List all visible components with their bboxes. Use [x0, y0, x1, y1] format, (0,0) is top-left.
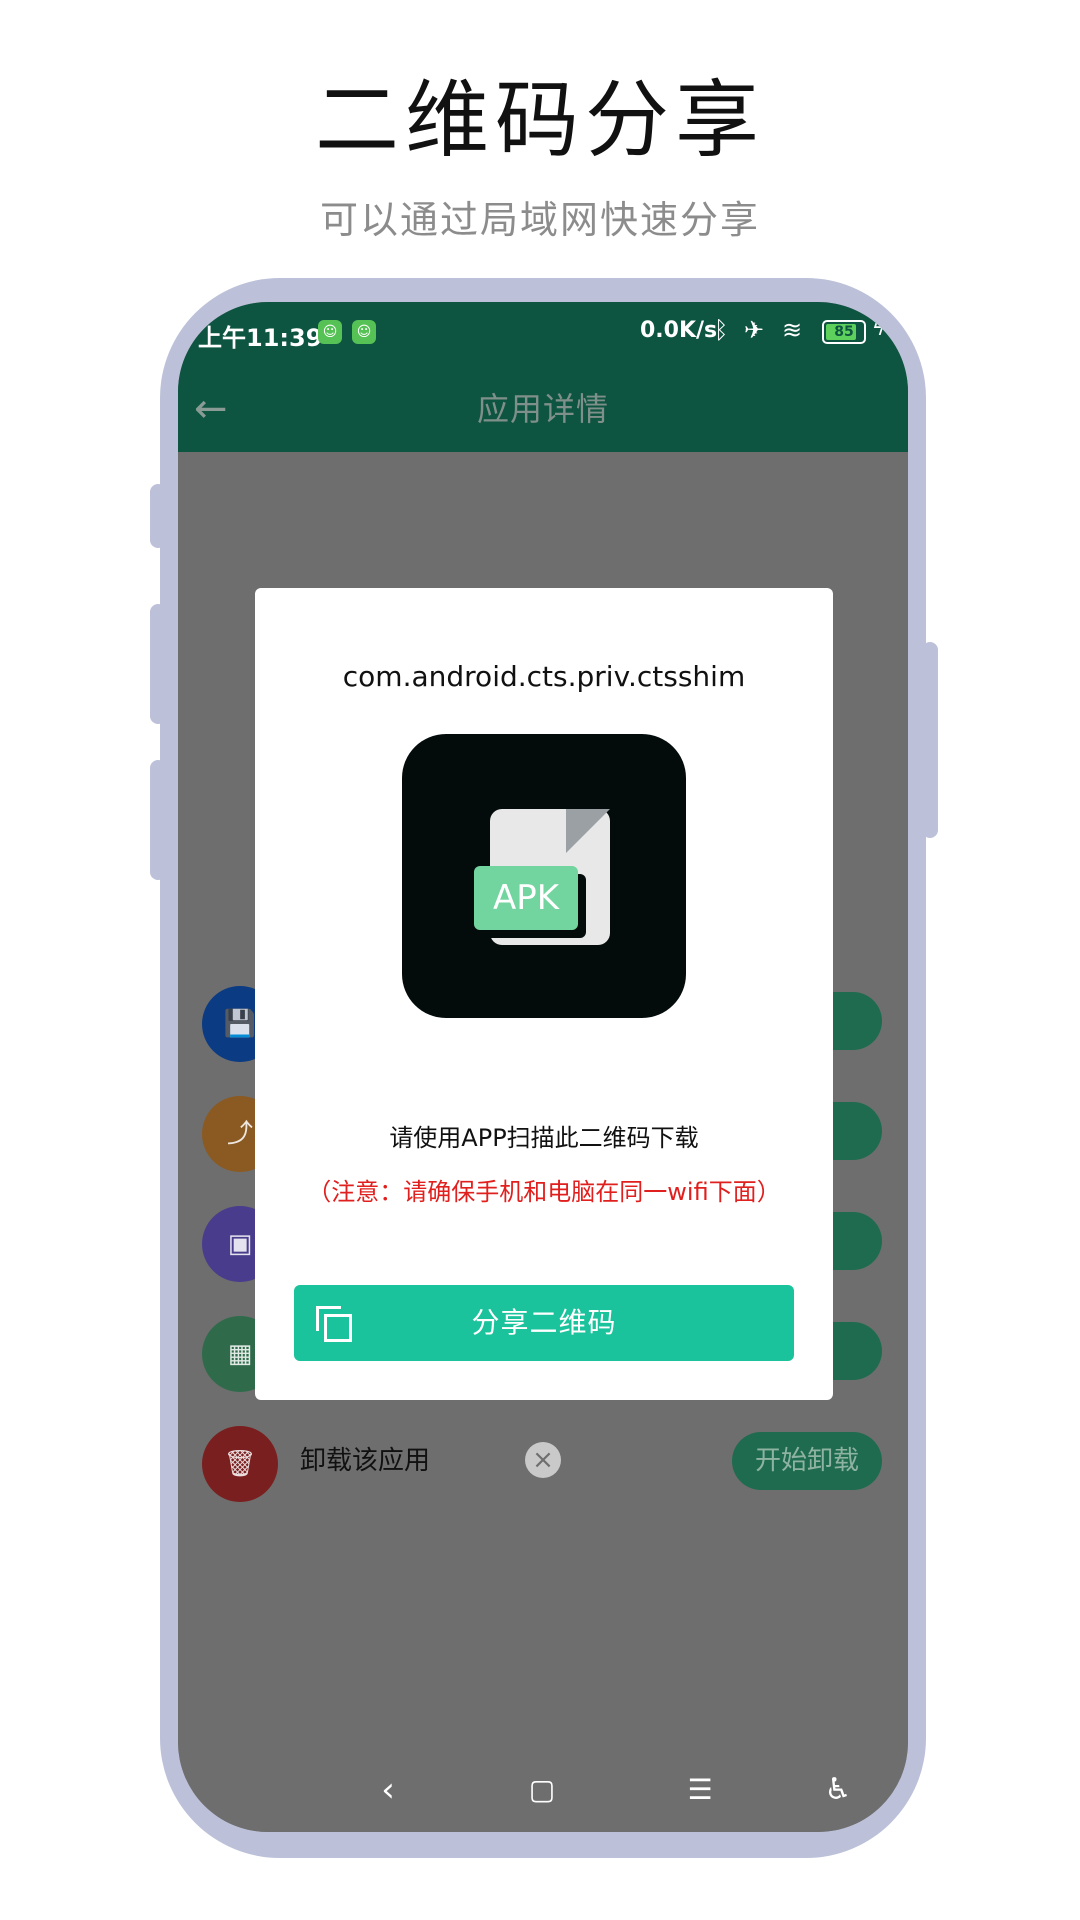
share-qr-button[interactable]: 分享二维码 [294, 1285, 794, 1361]
promo-subtitle: 可以通过局域网快速分享 [319, 198, 760, 242]
trash-icon[interactable]: 🗑 [202, 1426, 278, 1502]
status-time: 上午11:39 [198, 324, 323, 352]
network-speed: 0.0K/s [640, 318, 718, 343]
wifi-icon: ≋ [782, 316, 803, 344]
apk-badge: APK [474, 866, 578, 930]
battery-icon: 85 [822, 320, 866, 344]
app-bar: 上午11:39 ☺ ☺ 0.0K/s ᛒ ✈ ≋ 85 ϟ ← 应用详情 [178, 302, 908, 452]
phone-side-button [150, 604, 166, 724]
share-qr-label: 分享二维码 [471, 1306, 617, 1339]
page-title: 应用详情 [476, 390, 609, 428]
nav-menu-icon[interactable]: ☰ [680, 1770, 720, 1810]
android-notification-icon: ☺ [318, 320, 342, 344]
nav-back-icon[interactable]: ‹ [368, 1770, 408, 1810]
status-bar: 上午11:39 ☺ ☺ 0.0K/s ᛒ ✈ ≋ 85 ϟ [178, 302, 908, 364]
airplane-icon: ✈ [744, 316, 765, 344]
close-dialog-icon[interactable]: × [525, 1442, 561, 1478]
promo-title: 二维码分享 [314, 71, 765, 169]
charging-icon: ϟ [872, 316, 886, 340]
accessibility-icon[interactable]: ♿ [818, 1770, 858, 1810]
phone-side-button [150, 484, 166, 548]
package-name: com.android.cts.priv.ctsshim [342, 660, 746, 693]
battery-level: 85 [834, 324, 854, 340]
android-notification-icon: ☺ [352, 320, 376, 344]
qr-share-dialog: com.android.cts.priv.ctsshim APK 请使用APP扫… [255, 588, 833, 1400]
uninstall-button[interactable]: 开始卸载 [732, 1432, 882, 1490]
qr-code-image: APK [402, 734, 686, 1018]
wifi-warning: （注意：请确保手机和电脑在同一wifi下面） [307, 1178, 781, 1206]
uninstall-label: 卸载该应用 [300, 1446, 431, 1476]
phone-power-button [922, 642, 938, 838]
nav-home-icon[interactable]: ▢ [522, 1770, 562, 1810]
phone-side-button [150, 760, 166, 880]
bluetooth-icon: ᛒ [714, 316, 729, 344]
scan-hint: 请使用APP扫描此二维码下载 [389, 1124, 699, 1152]
